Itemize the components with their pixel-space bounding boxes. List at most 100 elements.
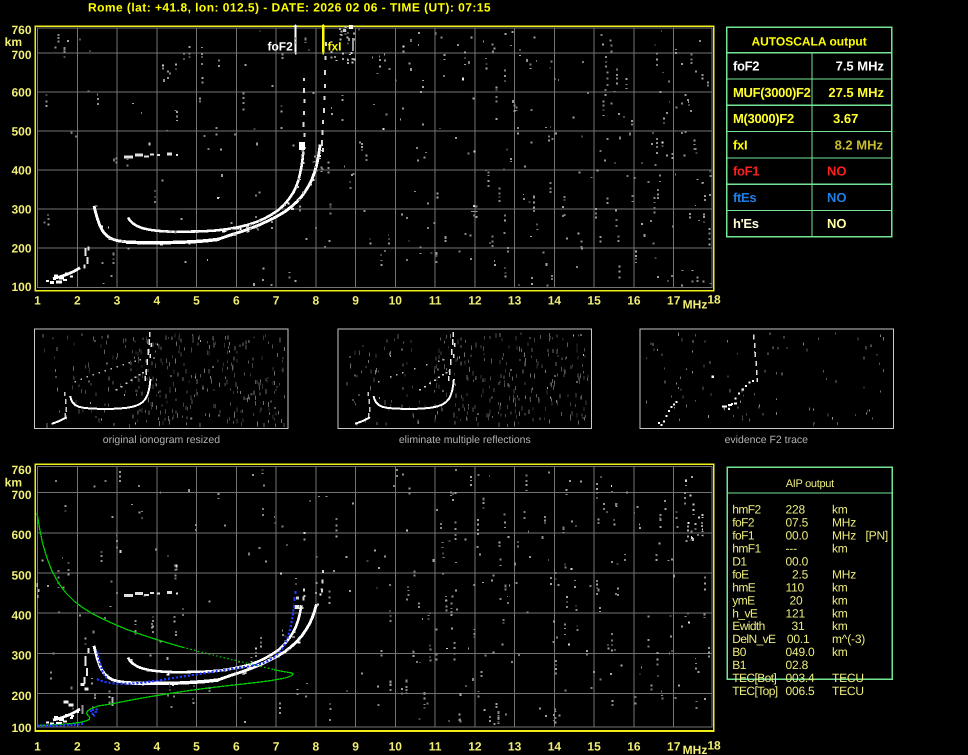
svg-text:02.8: 02.8 [786, 658, 809, 672]
svg-text:00.0: 00.0 [786, 529, 809, 543]
svg-text:500: 500 [11, 568, 31, 582]
svg-text:TECU: TECU [832, 671, 864, 685]
svg-text:foF1: foF1 [733, 164, 759, 179]
svg-text:110: 110 [786, 580, 805, 594]
svg-text:ftEs: ftEs [733, 190, 756, 205]
svg-text:18: 18 [707, 293, 721, 307]
svg-text:12: 12 [468, 740, 482, 754]
svg-text:7: 7 [273, 740, 280, 754]
svg-text:h_vE: h_vE [732, 606, 758, 620]
svg-text:200: 200 [11, 689, 31, 703]
svg-text:Rome (lat: +41.8, lon: 012.5): Rome (lat: +41.8, lon: 012.5) - DATE: 20… [88, 1, 491, 15]
svg-text:11: 11 [429, 740, 442, 754]
svg-text:hmE: hmE [732, 580, 755, 594]
svg-text:16: 16 [627, 294, 641, 308]
svg-text:hmF1: hmF1 [732, 542, 761, 556]
svg-text:100: 100 [11, 721, 31, 735]
svg-text:1: 1 [34, 294, 41, 308]
svg-text:31: 31 [792, 619, 805, 633]
svg-text:km: km [832, 503, 848, 517]
svg-text:500: 500 [11, 124, 31, 138]
svg-text:AUTOSCALA output: AUTOSCALA output [751, 35, 866, 49]
svg-text:5: 5 [193, 740, 200, 754]
svg-text:NO: NO [827, 164, 847, 179]
svg-text:km: km [832, 542, 848, 556]
svg-text:9: 9 [352, 294, 359, 308]
svg-text:700: 700 [11, 488, 31, 502]
svg-text:400: 400 [11, 609, 31, 623]
svg-text:Ewidth: Ewidth [732, 619, 764, 633]
svg-text:DelN_vE: DelN_vE [732, 632, 776, 646]
svg-text:MHz: MHz [832, 529, 856, 543]
svg-text:evidence F2 trace: evidence F2 trace [725, 434, 809, 446]
svg-text:600: 600 [11, 85, 31, 99]
svg-text:9: 9 [352, 740, 359, 754]
svg-text:8.2 MHz: 8.2 MHz [835, 137, 884, 152]
svg-text:006.5: 006.5 [786, 684, 816, 698]
svg-text:14: 14 [548, 740, 562, 754]
svg-text:7.5 MHz: 7.5 MHz [836, 59, 885, 74]
svg-text:16: 16 [627, 740, 641, 754]
svg-text:MHz: MHz [832, 568, 856, 582]
svg-text:D1: D1 [732, 555, 747, 569]
svg-text:3.67: 3.67 [833, 111, 858, 126]
svg-text:h'Es: h'Es [733, 216, 759, 231]
svg-text:fxI: fxI [328, 40, 342, 54]
svg-text:17: 17 [667, 740, 681, 754]
svg-text:original ionogram resized: original ionogram resized [103, 434, 220, 446]
svg-text:NO: NO [827, 216, 847, 231]
svg-text:400: 400 [11, 163, 31, 177]
svg-text:228: 228 [786, 503, 806, 517]
svg-text:4: 4 [153, 294, 160, 308]
svg-text:100: 100 [11, 280, 31, 294]
svg-text:---: --- [786, 542, 798, 556]
svg-text:NO: NO [827, 190, 847, 205]
svg-text:17: 17 [667, 294, 681, 308]
svg-text:hmF2: hmF2 [732, 503, 761, 517]
svg-text:7: 7 [273, 294, 280, 308]
svg-text:MHz: MHz [832, 516, 856, 530]
svg-text:foF2: foF2 [732, 516, 755, 530]
svg-text:4: 4 [153, 740, 160, 754]
svg-text:fxI: fxI [733, 137, 747, 152]
svg-text:foF2: foF2 [733, 59, 759, 74]
svg-text:6: 6 [233, 740, 240, 754]
svg-text:14: 14 [548, 294, 562, 308]
svg-text:10: 10 [389, 294, 403, 308]
svg-text:10: 10 [389, 740, 403, 754]
svg-text:700: 700 [11, 48, 31, 62]
svg-text:3: 3 [114, 294, 121, 308]
svg-text:18: 18 [707, 739, 721, 753]
svg-text:20: 20 [790, 593, 803, 607]
svg-text:MHz: MHz [683, 743, 708, 755]
svg-text:049.0: 049.0 [786, 645, 816, 659]
svg-text:2: 2 [74, 294, 81, 308]
svg-text:foE: foE [732, 568, 749, 582]
svg-text:11: 11 [429, 294, 442, 308]
svg-text:6: 6 [233, 294, 240, 308]
svg-text:13: 13 [508, 740, 522, 754]
svg-text:eliminate multiple reflections: eliminate multiple reflections [399, 434, 531, 446]
svg-text:km: km [832, 593, 848, 607]
svg-text:15: 15 [587, 740, 601, 754]
svg-text:km: km [832, 580, 848, 594]
svg-text:AIP output: AIP output [786, 478, 834, 490]
svg-text:600: 600 [11, 528, 31, 542]
svg-text:TECU: TECU [832, 684, 864, 698]
svg-text:27.5 MHz: 27.5 MHz [828, 85, 884, 100]
svg-text:8: 8 [312, 294, 319, 308]
svg-text:5: 5 [193, 294, 200, 308]
svg-text:003.4: 003.4 [786, 671, 816, 685]
svg-text:2.5: 2.5 [792, 568, 809, 582]
svg-text:MHz: MHz [683, 298, 708, 312]
svg-text:km: km [832, 619, 848, 633]
svg-text:[PN]: [PN] [866, 529, 889, 543]
svg-text:200: 200 [11, 242, 31, 256]
svg-text:15: 15 [587, 294, 601, 308]
svg-text:B0: B0 [732, 645, 746, 659]
svg-text:MUF(3000)F2: MUF(3000)F2 [733, 85, 811, 100]
svg-text:3: 3 [114, 740, 121, 754]
svg-text:ymE: ymE [732, 593, 755, 607]
svg-text:00.1: 00.1 [787, 632, 810, 646]
svg-text:m^(-3): m^(-3) [832, 632, 865, 646]
